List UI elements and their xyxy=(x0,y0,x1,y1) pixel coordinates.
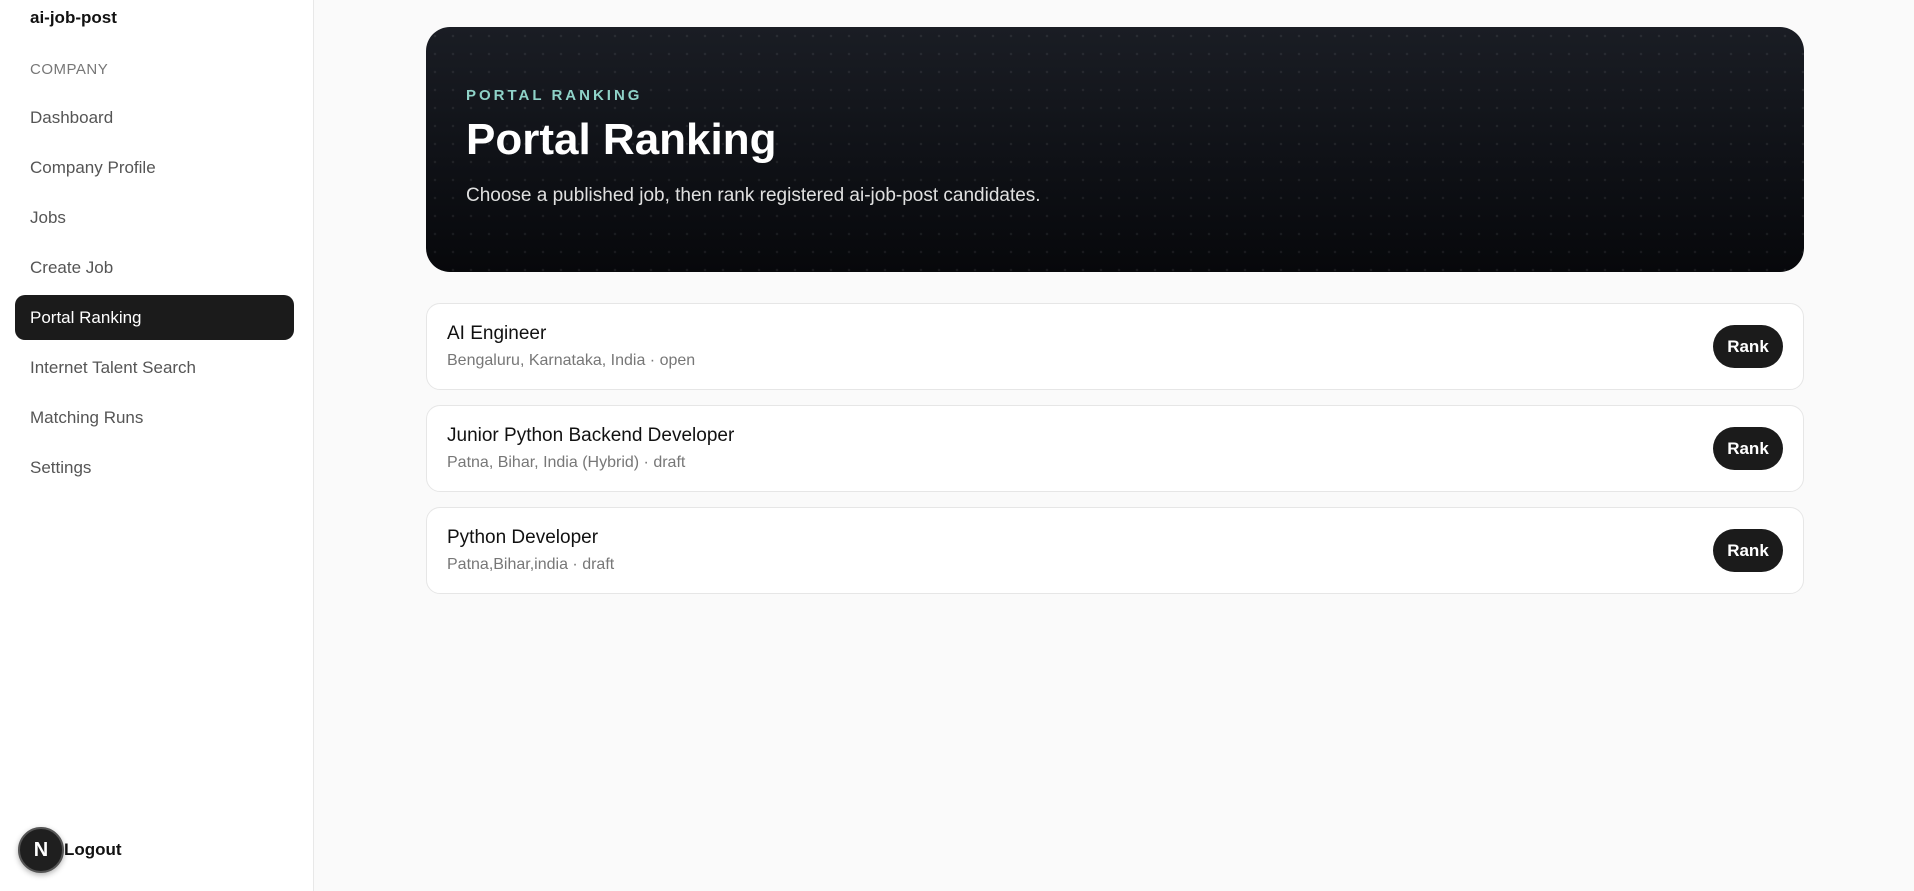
logout-row: N Logout xyxy=(18,826,122,874)
hero-eyebrow: PORTAL RANKING xyxy=(466,87,643,104)
sidebar: ai-job-post COMPANY Dashboard Company Pr… xyxy=(0,0,314,891)
sidebar-item-label: Settings xyxy=(30,457,92,477)
hero-banner: PORTAL RANKING Portal Ranking Choose a p… xyxy=(426,27,1804,272)
hero-subtitle: Choose a published job, then rank regist… xyxy=(466,185,1041,206)
job-card: Python Developer Patna,Bihar,india · dra… xyxy=(426,507,1804,594)
sidebar-item-portal-ranking[interactable]: Portal Ranking xyxy=(15,295,294,340)
job-card: Junior Python Backend Developer Patna, B… xyxy=(426,405,1804,492)
sidebar-item-label: Portal Ranking xyxy=(30,307,142,327)
sidebar-item-create-job[interactable]: Create Job xyxy=(15,245,294,290)
job-title: Junior Python Backend Developer xyxy=(447,425,735,446)
sidebar-item-label: Company Profile xyxy=(30,157,156,177)
page-title: Portal Ranking xyxy=(466,115,777,164)
rank-button[interactable]: Rank xyxy=(1713,325,1783,368)
avatar[interactable]: N xyxy=(18,827,64,873)
sidebar-item-label: Dashboard xyxy=(30,107,114,127)
rank-button[interactable]: Rank xyxy=(1713,427,1783,470)
sidebar-item-label: Internet Talent Search xyxy=(30,357,197,377)
section-label: COMPANY xyxy=(30,61,109,78)
sidebar-item-internet-talent-search[interactable]: Internet Talent Search xyxy=(15,345,294,390)
job-list: AI Engineer Bengaluru, Karnataka, India … xyxy=(426,303,1804,609)
job-meta: Bengaluru, Karnataka, India · open xyxy=(447,352,696,369)
brand-name[interactable]: ai-job-post xyxy=(30,8,117,28)
job-title: Python Developer xyxy=(447,527,599,548)
rank-button[interactable]: Rank xyxy=(1713,529,1783,572)
sidebar-item-dashboard[interactable]: Dashboard xyxy=(15,95,294,140)
job-card: AI Engineer Bengaluru, Karnataka, India … xyxy=(426,303,1804,390)
app-root: ai-job-post COMPANY Dashboard Company Pr… xyxy=(0,0,1914,891)
sidebar-item-company-profile[interactable]: Company Profile xyxy=(15,145,294,190)
job-meta: Patna,Bihar,india · draft xyxy=(447,556,615,573)
job-meta: Patna, Bihar, India (Hybrid) · draft xyxy=(447,454,686,471)
job-title: AI Engineer xyxy=(447,323,547,344)
sidebar-item-label: Create Job xyxy=(30,257,114,277)
sidebar-item-label: Matching Runs xyxy=(30,407,144,427)
sidebar-item-jobs[interactable]: Jobs xyxy=(15,195,294,240)
sidebar-nav: Dashboard Company Profile Jobs Create Jo… xyxy=(15,95,294,495)
sidebar-item-settings[interactable]: Settings xyxy=(15,445,294,490)
sidebar-item-label: Jobs xyxy=(30,207,66,227)
sidebar-item-matching-runs[interactable]: Matching Runs xyxy=(15,395,294,440)
